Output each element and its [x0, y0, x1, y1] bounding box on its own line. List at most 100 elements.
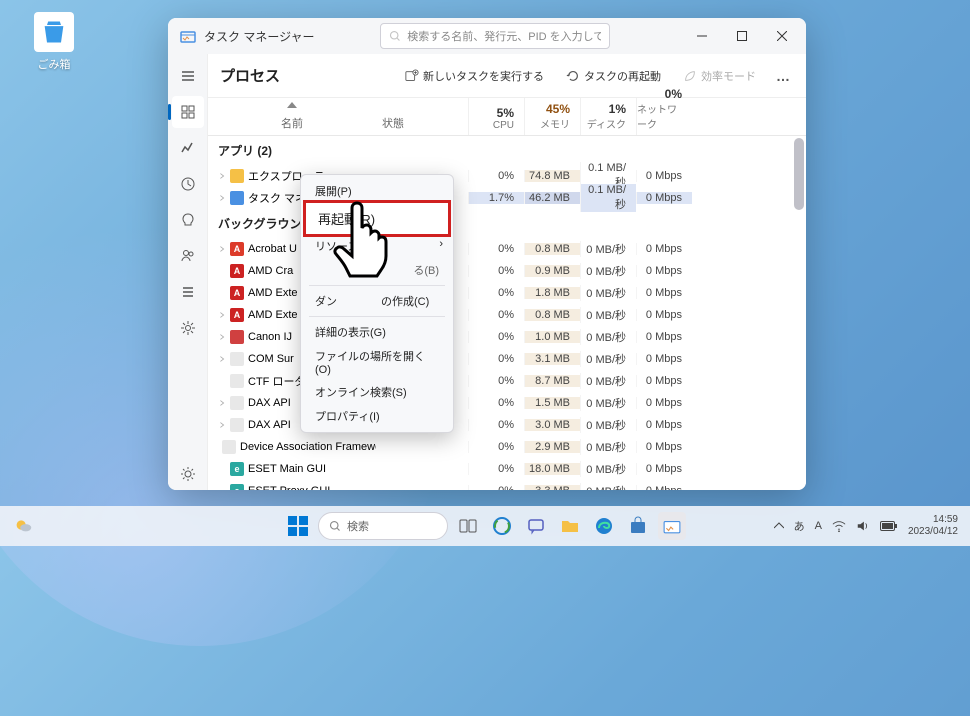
disk-value: 0 MB/秒 [580, 439, 636, 455]
nav-app-history[interactable] [172, 168, 204, 200]
process-row[interactable]: DAX API 0% 1.5 MB 0 MB/秒 0 Mbps [208, 392, 806, 414]
process-row[interactable]: eESET Proxy GUI 0% 3.3 MB 0 MB/秒 0 Mbps [208, 480, 806, 490]
network-value: 0 Mbps [636, 170, 692, 182]
nav-settings[interactable] [172, 458, 204, 490]
network-value: 0 Mbps [636, 192, 692, 204]
nav-users[interactable] [172, 240, 204, 272]
column-headers: 名前 状態 5%CPU 45%メモリ 1%ディスク 0%ネットワーク [208, 98, 806, 136]
network-value: 0 Mbps [636, 353, 692, 365]
column-memory[interactable]: 45%メモリ [524, 98, 580, 135]
store-button[interactable] [624, 512, 652, 540]
ctx-efficiency[interactable]: る(B) [301, 258, 453, 282]
column-status[interactable]: 状態 [376, 98, 468, 135]
close-button[interactable] [762, 18, 802, 54]
ctx-restart[interactable]: 再起動(R) [303, 200, 451, 237]
cpu-value: 0% [468, 419, 524, 431]
process-icon [230, 396, 244, 410]
network-value: 0 Mbps [636, 375, 692, 387]
process-row[interactable]: AAMD Exte 0% 0.8 MB 0 MB/秒 0 Mbps [208, 304, 806, 326]
cpu-value: 0% [468, 170, 524, 182]
process-list: アプリ (2) エクスプローラー 0% 74.8 MB 0.1 MB/秒 0 M… [208, 136, 806, 490]
memory-value: 2.9 MB [524, 441, 580, 453]
cpu-value: 0% [468, 463, 524, 475]
process-icon: e [230, 462, 244, 476]
disk-value: 0 MB/秒 [580, 263, 636, 279]
minimize-button[interactable] [682, 18, 722, 54]
process-row[interactable]: eESET Main GUI 0% 18.0 MB 0 MB/秒 0 Mbps [208, 458, 806, 480]
network-value: 0 Mbps [636, 243, 692, 255]
column-cpu[interactable]: 5%CPU [468, 98, 524, 135]
process-name: AMD Cra [248, 265, 293, 277]
battery-icon[interactable] [880, 520, 898, 532]
process-row[interactable]: タスク マネ 1.7% 46.2 MB 0.1 MB/秒 0 Mbps [208, 187, 806, 209]
scrollbar[interactable] [792, 136, 806, 490]
memory-value: 3.1 MB [524, 353, 580, 365]
process-name: ESET Proxy GUI [248, 485, 330, 490]
weather-widget[interactable] [12, 514, 34, 539]
process-icon: A [230, 286, 244, 300]
ctx-details[interactable]: 詳細の表示(G) [301, 320, 453, 344]
task-manager-taskbar[interactable] [658, 512, 686, 540]
edge-button[interactable] [590, 512, 618, 540]
ctx-search-online[interactable]: オンライン検索(S) [301, 380, 453, 404]
process-icon: e [230, 484, 244, 490]
disk-value: 0 MB/秒 [580, 241, 636, 257]
recycle-bin[interactable]: ごみ箱 [24, 12, 84, 72]
search-input[interactable]: 検索する名前、発行元、PID を入力してくだ... [380, 23, 610, 49]
explorer-button[interactable] [556, 512, 584, 540]
process-row[interactable]: DAX API 0% 3.0 MB 0 MB/秒 0 Mbps [208, 414, 806, 436]
scrollbar-thumb[interactable] [794, 138, 804, 210]
process-row[interactable]: Device Association Framework... 0% 2.9 M… [208, 436, 806, 458]
process-row[interactable]: AAcrobat U 0% 0.8 MB 0 MB/秒 0 Mbps [208, 238, 806, 260]
nav-processes[interactable] [172, 96, 204, 128]
nav-menu-button[interactable] [172, 60, 204, 92]
process-row[interactable]: AAMD Exte 0% 1.8 MB 0 MB/秒 0 Mbps [208, 282, 806, 304]
column-disk[interactable]: 1%ディスク [580, 98, 636, 135]
volume-icon[interactable] [856, 519, 870, 533]
process-row[interactable]: Canon IJ 0% 1.0 MB 0 MB/秒 0 Mbps [208, 326, 806, 348]
ime-mode[interactable]: A [815, 520, 822, 532]
process-row[interactable]: AAMD Cra 0% 0.9 MB 0 MB/秒 0 Mbps [208, 260, 806, 282]
nav-services[interactable] [172, 312, 204, 344]
process-row[interactable]: CTF ローダ 0% 8.7 MB 0 MB/秒 0 Mbps [208, 370, 806, 392]
titlebar: タスク マネージャー 検索する名前、発行元、PID を入力してくだ... [168, 18, 806, 54]
nav-startup[interactable] [172, 204, 204, 236]
memory-value: 1.8 MB [524, 287, 580, 299]
taskbar-search[interactable]: 検索 [318, 512, 448, 540]
ctx-open-location[interactable]: ファイルの場所を開く(O) [301, 344, 453, 380]
column-network[interactable]: 0%ネットワーク [636, 98, 692, 135]
process-icon [230, 374, 244, 388]
cpu-value: 1.7% [468, 192, 524, 204]
memory-value: 46.2 MB [524, 192, 580, 204]
cpu-value: 0% [468, 441, 524, 453]
cpu-value: 0% [468, 353, 524, 365]
chat-button[interactable] [522, 512, 550, 540]
run-new-task-button[interactable]: 新しいタスクを実行する [399, 64, 550, 88]
memory-value: 8.7 MB [524, 375, 580, 387]
ctx-resource[interactable]: リソース(V) [301, 234, 453, 258]
wifi-icon[interactable] [832, 519, 846, 533]
recycle-bin-icon [34, 12, 74, 52]
nav-details[interactable] [172, 276, 204, 308]
clock[interactable]: 14:59 2023/04/12 [908, 514, 958, 538]
ctx-properties[interactable]: プロパティ(I) [301, 404, 453, 428]
context-menu: 展開(P) 再起動(R) リソース(V) る(B) ダン の作成(C) 詳細の表… [300, 174, 454, 433]
widgets-button[interactable] [488, 512, 516, 540]
column-name[interactable]: 名前 [208, 98, 376, 135]
start-button[interactable] [284, 512, 312, 540]
nav-performance[interactable] [172, 132, 204, 164]
memory-value: 1.0 MB [524, 331, 580, 343]
tray-chevron-icon[interactable] [774, 521, 784, 531]
maximize-button[interactable] [722, 18, 762, 54]
ime-kana[interactable]: あ [794, 518, 805, 534]
process-name: AMD Exte [248, 287, 298, 299]
ctx-create-dump[interactable]: ダン の作成(C) [301, 289, 453, 313]
task-view-button[interactable] [454, 512, 482, 540]
process-row[interactable]: エクスプローラー 0% 74.8 MB 0.1 MB/秒 0 Mbps [208, 165, 806, 187]
more-button[interactable]: … [772, 68, 794, 84]
process-row[interactable]: COM Sur 0% 3.1 MB 0 MB/秒 0 Mbps [208, 348, 806, 370]
network-value: 0 Mbps [636, 463, 692, 475]
disk-value: 0 MB/秒 [580, 483, 636, 490]
restart-task-button[interactable]: タスクの再起動 [560, 64, 667, 88]
process-name: Acrobat U [248, 243, 297, 255]
